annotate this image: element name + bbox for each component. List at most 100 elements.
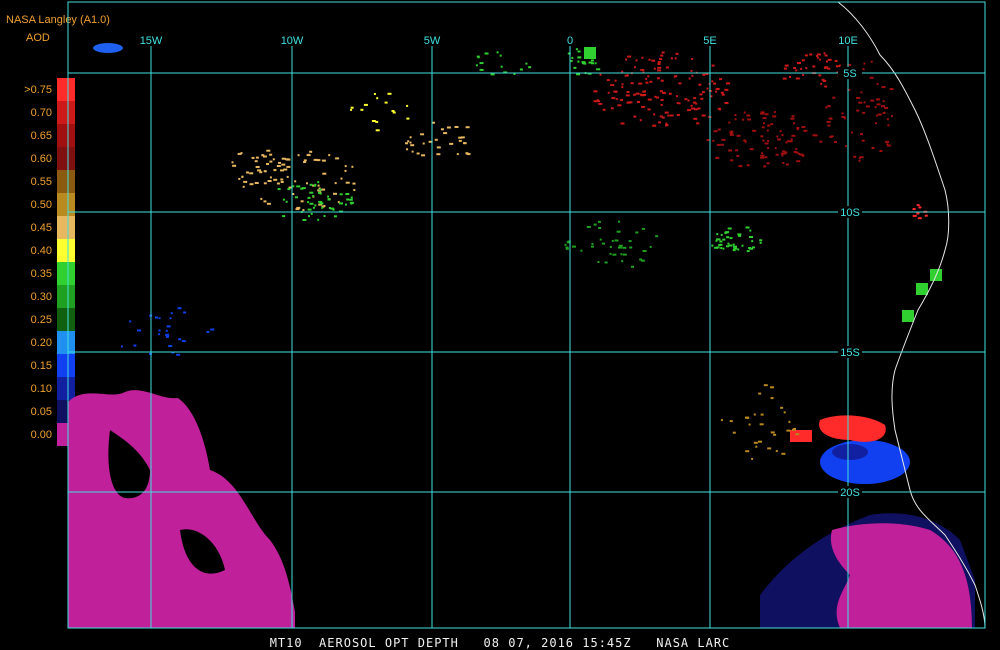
aerosol-pixel: [657, 63, 661, 65]
aerosol-pixel: [249, 172, 254, 175]
aerosol-pixel: [761, 152, 764, 155]
aerosol-pixel: [406, 117, 410, 120]
aerosol-pixel: [210, 328, 215, 331]
aerosol-pixel: [876, 82, 879, 85]
aerosol-pixel: [772, 115, 777, 118]
aerosol-pixel: [797, 62, 801, 64]
aerosol-pixel: [730, 133, 733, 136]
aerosol-pixel: [626, 101, 631, 104]
aerosol-pixel: [120, 345, 123, 348]
aerosol-pixel: [620, 99, 624, 102]
aerosol-pixel: [158, 317, 161, 320]
aerosol-pixel: [440, 128, 444, 131]
aerosol-pixel: [281, 163, 286, 166]
aerosol-pixel: [249, 183, 254, 186]
aerosol-pixel: [178, 338, 182, 341]
aerosol-pixel: [155, 316, 158, 319]
aerosol-pixel: [466, 153, 471, 156]
aerosol-pixel: [766, 162, 770, 165]
aerosol-pixel: [282, 215, 286, 218]
aerosol-pixel: [620, 253, 623, 256]
aerosol-pixel: [726, 236, 730, 239]
aerosol-pixel: [924, 214, 928, 217]
aerosol-pixel: [753, 441, 758, 444]
aerosol-pixel: [776, 135, 779, 138]
aerosol-pixel: [181, 340, 186, 343]
aerosol-pixel: [314, 204, 317, 207]
aerosol-pixel: [269, 176, 272, 179]
aerosol-pixel: [606, 79, 610, 82]
aerosol-pixel: [614, 79, 617, 82]
aerosol-pixel: [858, 159, 861, 162]
aerosol-pixel: [436, 153, 441, 156]
aerosol-pixel: [638, 82, 643, 85]
aerosol-pixel: [710, 95, 713, 98]
aerosol-pixel: [266, 202, 271, 205]
aerosol-pixel: [660, 104, 663, 106]
aerosol-pixel: [307, 208, 312, 211]
aerosol-pixel: [845, 145, 848, 148]
aerosol-pixel: [631, 265, 634, 268]
aerosol-pixel: [861, 139, 865, 142]
aerosol-pixel: [280, 178, 284, 181]
aerosol-pixel: [629, 246, 633, 249]
aerosol-pixel: [912, 208, 916, 210]
aerosol-pixel: [760, 413, 764, 416]
aerosol-pixel: [570, 60, 573, 62]
aerosol-pixel: [785, 163, 789, 166]
aerosol-pixel: [781, 154, 784, 157]
longitude-label: 10E: [838, 35, 858, 47]
aerosol-pixel: [339, 202, 343, 205]
aerosol-pixel: [350, 202, 353, 205]
aerosol-pixel: [165, 329, 168, 332]
aerosol-pixel: [665, 66, 669, 69]
aerosol-pixel: [720, 419, 723, 422]
aerosol-pixel: [409, 141, 412, 144]
aerosol-pixel: [612, 253, 617, 256]
aerosol-pixel: [262, 155, 267, 158]
aerosol-pixel: [297, 154, 300, 157]
aerosol-pixel: [496, 51, 499, 54]
aerosol-pixel: [500, 65, 503, 68]
aerosol-pixel: [286, 175, 289, 178]
aerosol-pixel: [745, 416, 749, 419]
aerosol-pixel: [434, 138, 438, 141]
aerosol-pixel: [781, 452, 786, 455]
aerosol-pixel: [599, 238, 602, 241]
aerosol-pixel: [350, 108, 353, 111]
aerosol-pixel: [477, 56, 480, 59]
aerosol-pixel: [735, 149, 738, 152]
aerosol-pixel: [376, 97, 379, 100]
aerosol-pixel: [714, 246, 719, 249]
aerosol-pixel: [335, 157, 340, 160]
aerosol-pixel: [641, 105, 646, 108]
aerosol-pixel: [165, 335, 169, 338]
aerosol-pixel: [763, 165, 767, 168]
aerosol-pixel: [722, 238, 726, 241]
aerosol-pixel: [902, 310, 914, 322]
aerosol-pixel: [446, 126, 451, 129]
aerosol-pixel: [820, 82, 823, 85]
aerosol-pixel: [312, 206, 315, 209]
aerosol-pixel: [824, 54, 828, 57]
aerosol-pixel: [824, 85, 828, 88]
aerosol-pixel: [294, 196, 298, 199]
aerosol-pixel: [590, 59, 594, 62]
aerosol-pixel: [732, 243, 735, 246]
aerosol-pixel: [718, 244, 722, 246]
aerosol-pixel: [269, 153, 273, 156]
aerosol-pixel: [701, 91, 705, 94]
aerosol-pixel: [659, 115, 663, 118]
aerosol-pixel: [659, 58, 663, 60]
aerosol-pixel: [609, 246, 612, 248]
aerosol-pixel: [625, 94, 630, 97]
aerosol-pixel: [158, 333, 161, 336]
aerosol-pixel: [859, 156, 864, 159]
aerosol-pixel: [649, 245, 652, 248]
aerosol-pixel: [627, 55, 632, 58]
aerosol-pixel: [729, 237, 733, 240]
aerosol-pixel: [779, 130, 782, 133]
aerosol-pixel: [702, 73, 706, 76]
aerosol-pixel: [231, 161, 234, 164]
aerosol-pixel: [832, 96, 836, 99]
